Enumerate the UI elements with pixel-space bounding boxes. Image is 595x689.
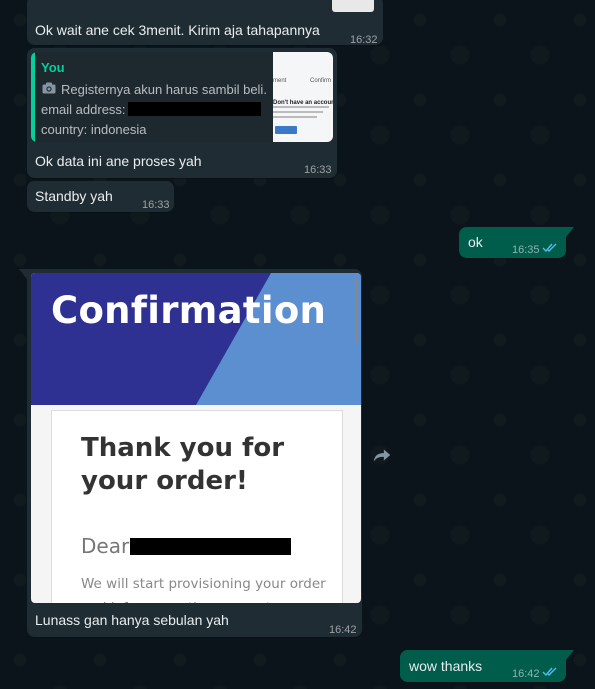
double-check-icon bbox=[542, 667, 557, 677]
message-incoming-reply[interactable]: You Registernya akun harus sambil beli. … bbox=[27, 48, 337, 178]
quoted-message[interactable]: You Registernya akun harus sambil beli. … bbox=[31, 52, 333, 142]
message-incoming[interactable]: Ok wait ane cek 3menit. Kirim aja tahapa… bbox=[27, 0, 383, 46]
bubble-tail bbox=[566, 227, 574, 237]
image-card: Thank you for your order! Dear We will s… bbox=[51, 410, 343, 603]
image-thumbnail-partial bbox=[332, 0, 374, 12]
quote-line-3: country: indonesia bbox=[41, 122, 147, 137]
bubble-tail bbox=[19, 269, 27, 279]
quote-line-1: Registernya akun harus sambil beli. bbox=[61, 82, 267, 97]
quote-author: You bbox=[41, 60, 65, 75]
confirmation-image[interactable]: Confirmation Thank you for your order! D… bbox=[31, 273, 361, 603]
message-outgoing[interactable]: ok 16:35 bbox=[459, 227, 566, 258]
quote-image-thumbnail: ment Confirm Don't have an account Regis… bbox=[273, 52, 333, 142]
message-incoming[interactable]: Standby yah 16:33 bbox=[27, 181, 174, 212]
message-incoming-image[interactable]: Confirmation Thank you for your order! D… bbox=[27, 269, 362, 637]
image-caption: Lunass gan hanya sebulan yah bbox=[35, 612, 229, 628]
forward-icon[interactable] bbox=[371, 444, 393, 466]
quote-line-2: email address: bbox=[41, 102, 126, 117]
message-text: Ok wait ane cek 3menit. Kirim aja tahapa… bbox=[35, 22, 320, 38]
camera-icon bbox=[42, 82, 56, 94]
message-time: 16:33 bbox=[304, 164, 332, 176]
message-time: 16:42 bbox=[512, 668, 540, 680]
redacted-name bbox=[130, 538, 291, 555]
message-text: ok bbox=[468, 234, 483, 250]
message-time: 16:32 bbox=[350, 34, 378, 46]
card-heading: Thank you for your order! bbox=[81, 433, 285, 496]
bubble-tail bbox=[566, 650, 574, 660]
card-body: We will start provisioning your order an… bbox=[81, 576, 326, 603]
message-text: Ok data ini ane proses yah bbox=[35, 153, 202, 169]
message-time: 16:35 bbox=[512, 244, 540, 256]
card-dear: Dear bbox=[81, 534, 130, 558]
redacted-email bbox=[128, 102, 261, 116]
message-text: Standby yah bbox=[35, 188, 113, 204]
message-outgoing[interactable]: wow thanks 16:42 bbox=[400, 650, 566, 682]
message-time: 16:33 bbox=[142, 199, 170, 211]
image-banner: Confirmation bbox=[31, 273, 361, 405]
double-check-icon bbox=[542, 243, 557, 253]
image-scrollbar bbox=[355, 277, 358, 343]
message-time: 16:42 bbox=[329, 624, 357, 636]
banner-title: Confirmation bbox=[51, 289, 327, 332]
quote-accent-bar bbox=[31, 52, 35, 142]
message-text: wow thanks bbox=[409, 658, 483, 674]
thumb-register-button: Register bbox=[275, 126, 297, 138]
